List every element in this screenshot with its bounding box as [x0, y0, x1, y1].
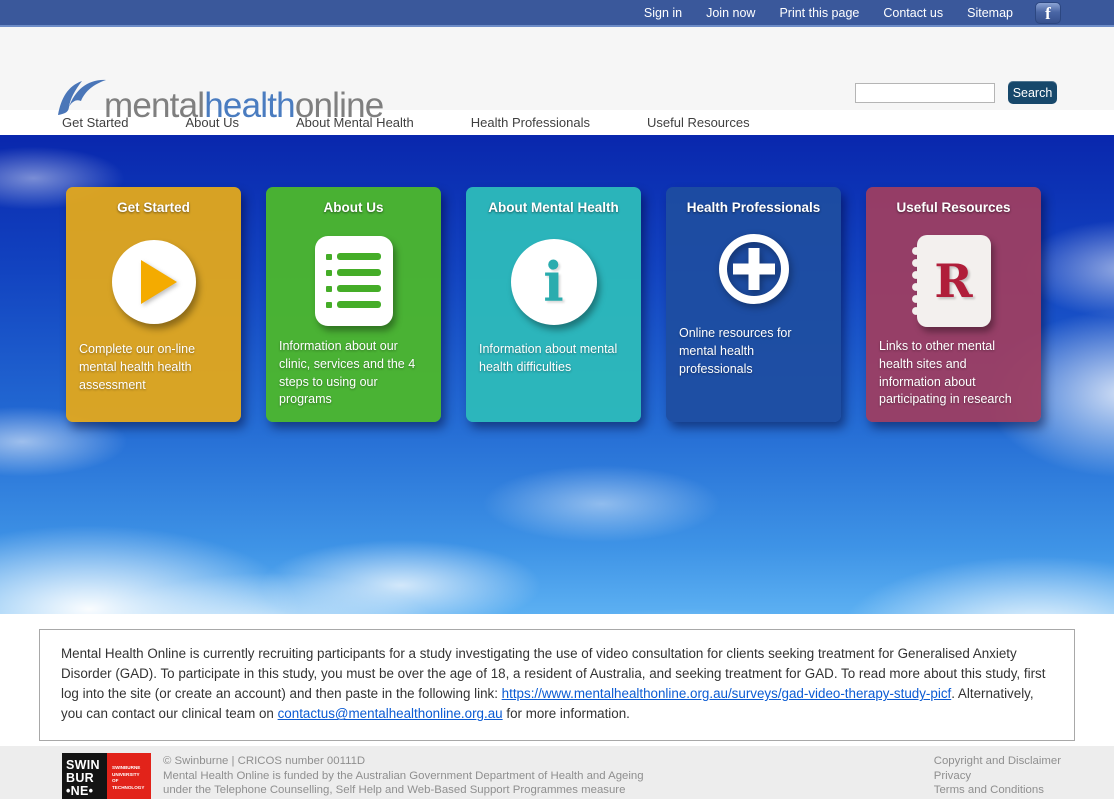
- list-icon: [315, 236, 393, 326]
- nav-useful-resources[interactable]: Useful Resources: [647, 115, 750, 130]
- plus-icon: [719, 234, 789, 304]
- card-row: Get Started Complete our on-line mental …: [66, 187, 1041, 422]
- card-title: About Mental Health: [488, 200, 619, 215]
- card-description: Links to other mental health sites and i…: [879, 338, 1028, 409]
- print-page-link[interactable]: Print this page: [767, 6, 871, 20]
- card-description: Online resources for mental health profe…: [679, 325, 828, 378]
- page: Sign in Join now Print this page Contact…: [0, 0, 1114, 799]
- footer-funding-line1: Mental Health Online is funded by the Au…: [163, 769, 644, 783]
- site-logo[interactable]: mentalhealthonline: [56, 71, 383, 122]
- card-description: Information about our clinic, services a…: [279, 338, 428, 409]
- study-notice-box: Mental Health Online is currently recrui…: [39, 629, 1075, 741]
- footer-text: © Swinburne | CRICOS number 00111D Menta…: [163, 753, 644, 799]
- card-description: Complete our on-line mental health healt…: [79, 341, 228, 394]
- nav-health-professionals[interactable]: Health Professionals: [471, 115, 590, 130]
- topbar: Sign in Join now Print this page Contact…: [0, 0, 1114, 27]
- terms-conditions-link[interactable]: Terms and Conditions: [934, 783, 1061, 797]
- notice-text: for more information.: [503, 706, 630, 721]
- icon-area: R: [917, 223, 991, 338]
- card-useful-resources[interactable]: Useful Resources R Links to other mental…: [866, 187, 1041, 422]
- contact-us-link[interactable]: Contact us: [871, 6, 955, 20]
- icon-area: [112, 223, 196, 341]
- search-input[interactable]: [855, 83, 995, 103]
- icon-area: i: [511, 223, 597, 341]
- card-title: Useful Resources: [896, 200, 1010, 215]
- card-about-us[interactable]: About Us Information about our clinic, s…: [266, 187, 441, 422]
- card-title: Health Professionals: [687, 200, 821, 215]
- card-title: About Us: [324, 200, 384, 215]
- search-button[interactable]: Search: [1008, 81, 1057, 104]
- resources-notebook-icon: R: [917, 235, 991, 327]
- privacy-link[interactable]: Privacy: [934, 769, 1061, 783]
- icon-area: [315, 223, 393, 338]
- swinburne-logo-black: SWIN BUR •NE•: [62, 753, 107, 799]
- search-area: Search: [855, 81, 1057, 104]
- footer-links: Copyright and Disclaimer Privacy Terms a…: [934, 753, 1061, 799]
- hero-sky-banner: Get Started Complete our on-line mental …: [0, 135, 1114, 614]
- sitemap-link[interactable]: Sitemap: [955, 6, 1025, 20]
- swinburne-logo-red: Swinburne University of Technology: [107, 753, 151, 799]
- icon-area: [719, 221, 789, 317]
- site-logo-text: mentalhealthonline: [104, 89, 383, 122]
- footer-copyright-line: © Swinburne | CRICOS number 00111D: [163, 754, 644, 768]
- bird-icon: [56, 71, 104, 122]
- join-now-link[interactable]: Join now: [694, 6, 767, 20]
- card-description: Information about mental health difficul…: [479, 341, 628, 377]
- facebook-icon[interactable]: f: [1035, 2, 1061, 24]
- card-title: Get Started: [117, 200, 190, 215]
- study-link[interactable]: https://www.mentalhealthonline.org.au/su…: [502, 686, 952, 701]
- footer-funding-line2: under the Telephone Counselling, Self He…: [163, 783, 644, 797]
- copyright-disclaimer-link[interactable]: Copyright and Disclaimer: [934, 754, 1061, 768]
- header: mentalhealthonline Search: [0, 27, 1114, 110]
- card-health-professionals[interactable]: Health Professionals Online resources fo…: [666, 187, 841, 422]
- card-about-mental-health[interactable]: About Mental Health i Information about …: [466, 187, 641, 422]
- footer: SWIN BUR •NE• Swinburne University of Te…: [0, 746, 1114, 799]
- swinburne-logo: SWIN BUR •NE• Swinburne University of Te…: [62, 753, 151, 799]
- play-icon: [112, 240, 196, 324]
- sign-in-link[interactable]: Sign in: [632, 6, 694, 20]
- contact-email-link[interactable]: contactus@mentalhealthonline.org.au: [278, 706, 503, 721]
- card-get-started[interactable]: Get Started Complete our on-line mental …: [66, 187, 241, 422]
- info-icon: i: [511, 239, 597, 325]
